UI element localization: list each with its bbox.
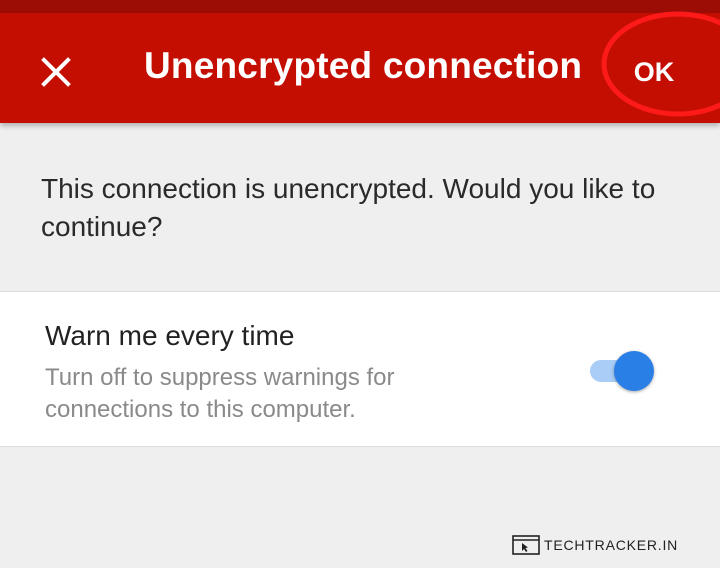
status-bar (0, 0, 720, 13)
ok-button[interactable]: OK (612, 47, 696, 97)
warn-setting-row[interactable]: Warn me every time Turn off to suppress … (0, 291, 720, 447)
close-button[interactable] (30, 46, 82, 98)
close-icon (41, 57, 71, 87)
browser-cursor-icon (512, 535, 540, 555)
toggle-thumb (614, 351, 654, 391)
setting-title: Warn me every time (45, 320, 295, 351)
app-bar: Unencrypted connection OK (0, 13, 720, 123)
watermark: TECHTRACKER.IN (512, 535, 678, 555)
warn-toggle[interactable] (588, 351, 656, 391)
warning-message: This connection is unencrypted. Would yo… (41, 173, 656, 242)
page-title: Unencrypted connection (144, 45, 583, 86)
setting-subtitle: Turn off to suppress warnings for connec… (45, 364, 395, 423)
watermark-text: TECHTRACKER.IN (544, 537, 679, 553)
